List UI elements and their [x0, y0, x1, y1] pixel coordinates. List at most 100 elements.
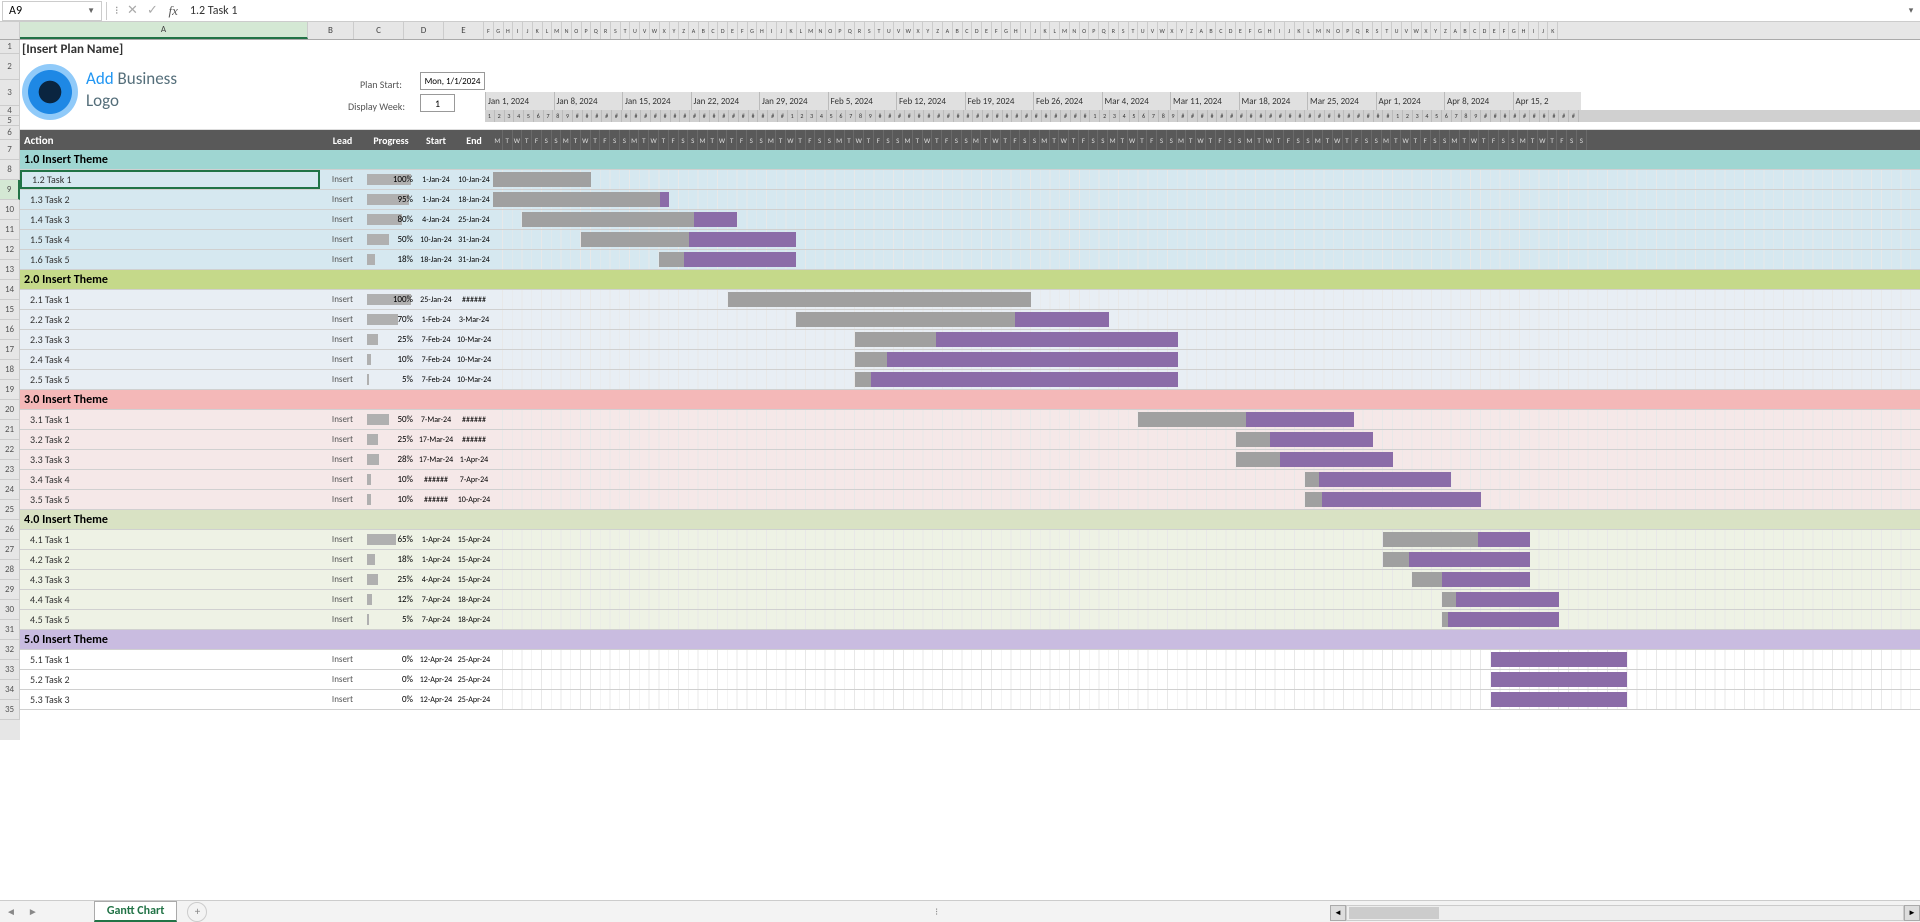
- row-header-13[interactable]: 13: [0, 260, 20, 280]
- col-header-BU[interactable]: U: [1138, 22, 1148, 39]
- col-header-AJ[interactable]: J: [777, 22, 787, 39]
- task-row[interactable]: 2.3 Task 3Insert25%7-Feb-2410-Mar-24: [20, 330, 1920, 350]
- task-row[interactable]: 5.2 Task 2Insert0%12-Apr-2425-Apr-24: [20, 670, 1920, 690]
- row-header-7[interactable]: 7: [0, 140, 20, 160]
- task-progress[interactable]: 28%: [365, 450, 417, 469]
- col-header-BE[interactable]: E: [982, 22, 992, 39]
- row-header-29[interactable]: 29: [0, 580, 20, 600]
- col-header-AO[interactable]: O: [826, 22, 836, 39]
- col-header-DC[interactable]: C: [1470, 22, 1480, 39]
- col-header-Q[interactable]: Q: [591, 22, 601, 39]
- row-header-17[interactable]: 17: [0, 340, 20, 360]
- col-header-K[interactable]: K: [533, 22, 543, 39]
- scroll-track[interactable]: [1346, 905, 1904, 921]
- task-row[interactable]: 3.5 Task 5Insert10%######10-Apr-24: [20, 490, 1920, 510]
- name-box[interactable]: A9 ▼: [2, 1, 102, 21]
- col-header-L[interactable]: L: [543, 22, 553, 39]
- col-header-CK[interactable]: K: [1295, 22, 1305, 39]
- col-header-DI[interactable]: I: [1529, 22, 1539, 39]
- task-start[interactable]: 4-Jan-24: [417, 210, 455, 229]
- task-lead[interactable]: Insert: [320, 470, 365, 489]
- row-header-31[interactable]: 31: [0, 620, 20, 640]
- row-header-25[interactable]: 25: [0, 500, 20, 520]
- col-header-AG[interactable]: G: [748, 22, 758, 39]
- task-lead[interactable]: Insert: [320, 210, 365, 229]
- task-end[interactable]: ######: [455, 410, 493, 429]
- col-header-BG[interactable]: G: [1002, 22, 1012, 39]
- tab-resize-icon[interactable]: ⁝: [935, 905, 938, 918]
- task-name[interactable]: 5.1 Task 1: [20, 650, 320, 669]
- col-header-BX[interactable]: X: [1168, 22, 1178, 39]
- col-header-CE[interactable]: E: [1236, 22, 1246, 39]
- col-header-AR[interactable]: R: [855, 22, 865, 39]
- row-header-1[interactable]: 1: [0, 40, 20, 54]
- col-header-BK[interactable]: K: [1041, 22, 1051, 39]
- task-start[interactable]: 18-Jan-24: [417, 250, 455, 269]
- task-row[interactable]: 3.2 Task 2Insert25%17-Mar-24######: [20, 430, 1920, 450]
- col-header-DK[interactable]: K: [1548, 22, 1558, 39]
- task-end[interactable]: 31-Jan-24: [455, 250, 493, 269]
- row-header-5[interactable]: 5: [0, 116, 20, 126]
- col-header-CL[interactable]: L: [1304, 22, 1314, 39]
- task-lead[interactable]: Insert: [320, 550, 365, 569]
- task-lead[interactable]: Insert: [320, 610, 365, 629]
- col-header-DB[interactable]: B: [1461, 22, 1471, 39]
- task-start[interactable]: 1-Feb-24: [417, 310, 455, 329]
- theme-row[interactable]: 1.0 Insert Theme: [20, 150, 1920, 170]
- task-start[interactable]: 10-Jan-24: [417, 230, 455, 249]
- task-lead[interactable]: Insert: [320, 170, 365, 189]
- task-end[interactable]: 18-Apr-24: [455, 590, 493, 609]
- col-header-W[interactable]: W: [650, 22, 660, 39]
- add-sheet-button[interactable]: +: [187, 902, 207, 922]
- task-name[interactable]: 2.5 Task 5: [20, 370, 320, 389]
- horizontal-scrollbar[interactable]: ◄ ►: [1330, 904, 1920, 922]
- task-row[interactable]: 4.3 Task 3Insert25%4-Apr-2415-Apr-24: [20, 570, 1920, 590]
- col-header-BV[interactable]: V: [1148, 22, 1158, 39]
- col-header-AS[interactable]: S: [865, 22, 875, 39]
- row-header-23[interactable]: 23: [0, 460, 20, 480]
- row-header-32[interactable]: 32: [0, 640, 20, 660]
- row-header-27[interactable]: 27: [0, 540, 20, 560]
- task-start[interactable]: 7-Apr-24: [417, 610, 455, 629]
- task-progress[interactable]: 5%: [365, 370, 417, 389]
- task-progress[interactable]: 95%: [365, 190, 417, 209]
- task-end[interactable]: 10-Apr-24: [455, 490, 493, 509]
- task-row[interactable]: 3.1 Task 1Insert50%7-Mar-24######: [20, 410, 1920, 430]
- task-lead[interactable]: Insert: [320, 350, 365, 369]
- col-header-Z[interactable]: Z: [679, 22, 689, 39]
- col-header-CY[interactable]: Y: [1431, 22, 1441, 39]
- task-progress[interactable]: 100%: [365, 290, 417, 309]
- task-lead[interactable]: Insert: [320, 450, 365, 469]
- task-lead[interactable]: Insert: [320, 570, 365, 589]
- col-header-BN[interactable]: N: [1070, 22, 1080, 39]
- col-header-AA[interactable]: A: [689, 22, 699, 39]
- task-end[interactable]: 3-Mar-24: [455, 310, 493, 329]
- task-lead[interactable]: Insert: [320, 590, 365, 609]
- task-progress[interactable]: 18%: [365, 250, 417, 269]
- task-row[interactable]: 5.3 Task 3Insert0%12-Apr-2425-Apr-24: [20, 690, 1920, 710]
- task-lead[interactable]: Insert: [320, 650, 365, 669]
- task-progress[interactable]: 70%: [365, 310, 417, 329]
- task-end[interactable]: 25-Apr-24: [455, 670, 493, 689]
- task-row[interactable]: 5.1 Task 1Insert0%12-Apr-2425-Apr-24: [20, 650, 1920, 670]
- row-header-3[interactable]: 3: [0, 80, 20, 106]
- task-start[interactable]: 7-Mar-24: [417, 410, 455, 429]
- col-header-AI[interactable]: I: [767, 22, 777, 39]
- task-name[interactable]: 3.1 Task 1: [20, 410, 320, 429]
- task-row[interactable]: 4.1 Task 1Insert65%1-Apr-2415-Apr-24: [20, 530, 1920, 550]
- task-start[interactable]: 12-Apr-24: [417, 690, 455, 709]
- tab-next-icon[interactable]: ►: [22, 905, 44, 918]
- task-start[interactable]: 25-Jan-24: [417, 290, 455, 309]
- col-header-CI[interactable]: I: [1275, 22, 1285, 39]
- col-header-AH[interactable]: H: [757, 22, 767, 39]
- col-header-DD[interactable]: D: [1480, 22, 1490, 39]
- row-header-28[interactable]: 28: [0, 560, 20, 580]
- col-header-Y[interactable]: Y: [670, 22, 680, 39]
- task-name[interactable]: 5.3 Task 3: [20, 690, 320, 709]
- task-progress[interactable]: 65%: [365, 530, 417, 549]
- col-header-CG[interactable]: G: [1255, 22, 1265, 39]
- task-start[interactable]: 4-Apr-24: [417, 570, 455, 589]
- task-start[interactable]: ######: [417, 470, 455, 489]
- row-header-14[interactable]: 14: [0, 280, 20, 300]
- col-header-AW[interactable]: W: [904, 22, 914, 39]
